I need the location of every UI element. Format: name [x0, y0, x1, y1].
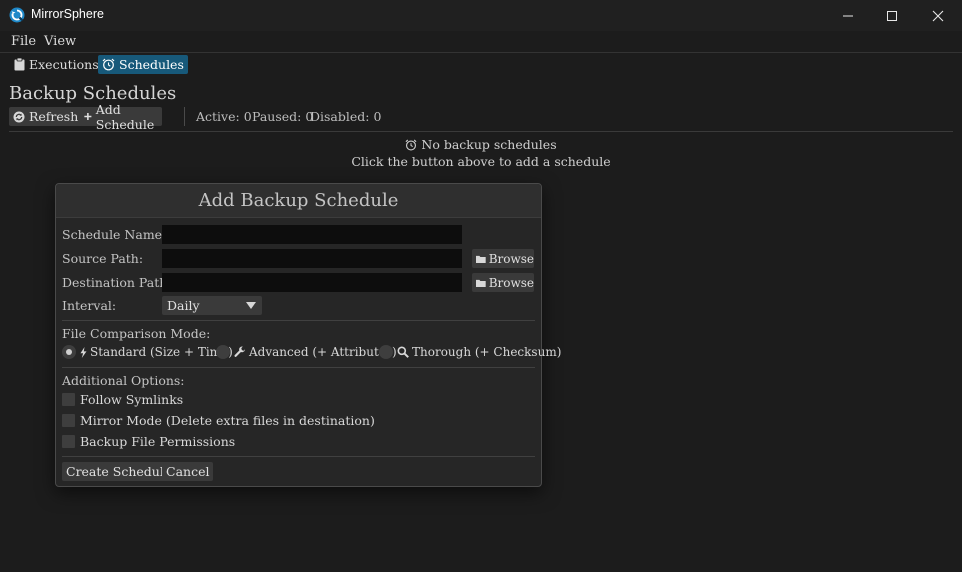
add-schedule-button[interactable]: Add Schedule: [80, 102, 163, 132]
maximize-button[interactable]: [869, 0, 915, 31]
close-window-button[interactable]: [915, 0, 961, 31]
interval-label: Interval:: [62, 298, 117, 313]
title-bar: MirrorSphere: [0, 0, 962, 31]
radio-thorough-label: Thorough (+ Checksum): [412, 345, 562, 359]
lightning-icon: [80, 346, 87, 358]
section-divider: [62, 320, 535, 321]
minimize-icon: [843, 15, 853, 16]
dialog-title: Add Backup Schedule: [198, 190, 399, 211]
menu-bar: File View: [0, 31, 962, 53]
tab-schedules-label: Schedules: [119, 57, 184, 72]
section-divider: [62, 456, 535, 457]
stat-disabled: Disabled: 0: [310, 109, 382, 124]
window-title: MirrorSphere: [31, 7, 104, 21]
stat-paused: Paused: 0: [252, 109, 314, 124]
mirror-mode-box[interactable]: [62, 414, 75, 427]
radio-standard-label: Standard (Size + Time): [90, 345, 233, 359]
create-schedule-button[interactable]: Create Schedule: [62, 462, 176, 481]
tab-executions[interactable]: Executions: [10, 55, 103, 74]
backup-permissions-checkbox[interactable]: Backup File Permissions: [62, 434, 235, 449]
source-browse-button[interactable]: Browse: [472, 249, 534, 268]
menu-file[interactable]: File: [11, 34, 36, 49]
radio-advanced-indicator[interactable]: [216, 345, 230, 359]
close-icon: [932, 10, 944, 21]
radio-thorough-indicator[interactable]: [379, 345, 393, 359]
refresh-button[interactable]: Refresh: [9, 107, 84, 126]
empty-state: No backup schedules Click the button abo…: [0, 136, 962, 170]
section-divider: [62, 367, 535, 368]
radio-advanced-label: Advanced (+ Attributes): [249, 345, 397, 359]
wrench-icon: [234, 346, 246, 357]
backup-permissions-label: Backup File Permissions: [80, 434, 236, 449]
menu-view[interactable]: View: [44, 34, 76, 49]
radio-standard-indicator[interactable]: [62, 345, 76, 359]
mirror-mode-checkbox[interactable]: Mirror Mode (Delete extra files in desti…: [62, 413, 375, 428]
source-path-label: Source Path:: [62, 251, 144, 266]
backup-permissions-box[interactable]: [62, 435, 75, 448]
clipboard-icon: [14, 58, 25, 71]
destination-path-input[interactable]: [162, 273, 462, 292]
tab-schedules[interactable]: Schedules: [98, 55, 188, 74]
tab-executions-label: Executions: [29, 57, 99, 72]
refresh-label: Refresh: [29, 109, 79, 124]
alarm-clock-icon: [102, 58, 115, 71]
radio-thorough[interactable]: Thorough (+ Checksum): [379, 344, 561, 360]
follow-symlinks-checkbox[interactable]: Follow Symlinks: [62, 392, 183, 407]
additional-options-label: Additional Options:: [62, 373, 185, 388]
follow-symlinks-box[interactable]: [62, 393, 75, 406]
empty-title: No backup schedules: [421, 137, 557, 152]
minimize-button[interactable]: [825, 0, 871, 31]
app-logo-icon: [9, 7, 25, 23]
add-schedule-dialog: Add Backup Schedule Schedule Name: Sourc…: [55, 183, 561, 487]
folder-icon: [476, 279, 486, 287]
stat-active: Active: 0: [196, 109, 252, 124]
header-divider: [9, 131, 953, 132]
add-schedule-label: Add Schedule: [95, 101, 155, 132]
empty-hint: Click the button above to add a schedule: [351, 154, 611, 169]
radio-advanced[interactable]: Advanced (+ Attributes): [216, 344, 397, 360]
chevron-down-icon: [246, 302, 256, 309]
mirror-mode-label: Mirror Mode (Delete extra files in desti…: [80, 413, 375, 428]
destination-path-label: Destination Path:: [62, 275, 172, 290]
alarm-clock-icon: [405, 139, 417, 150]
comparison-mode-label: File Comparison Mode:: [62, 326, 211, 341]
follow-symlinks-label: Follow Symlinks: [80, 392, 184, 407]
radio-standard[interactable]: Standard (Size + Time): [62, 344, 233, 360]
plus-icon: [84, 112, 92, 121]
interval-select[interactable]: Daily: [162, 296, 262, 315]
toolbar-separator: [184, 107, 185, 126]
cancel-button[interactable]: Cancel: [162, 462, 214, 481]
schedule-name-input[interactable]: [162, 225, 462, 244]
dialog-header: Add Backup Schedule: [56, 184, 541, 218]
maximize-icon: [887, 10, 897, 21]
source-browse-label: Browse: [488, 251, 534, 266]
source-path-input[interactable]: [162, 249, 462, 268]
schedule-name-label: Schedule Name:: [62, 227, 167, 242]
destination-browse-button[interactable]: Browse: [472, 273, 534, 292]
magnifier-icon: [397, 346, 409, 358]
destination-browse-label: Browse: [488, 275, 534, 290]
folder-icon: [476, 255, 486, 263]
tab-bar: Executions Schedules: [0, 53, 962, 75]
refresh-icon: [13, 111, 25, 122]
interval-value: Daily: [167, 298, 200, 313]
